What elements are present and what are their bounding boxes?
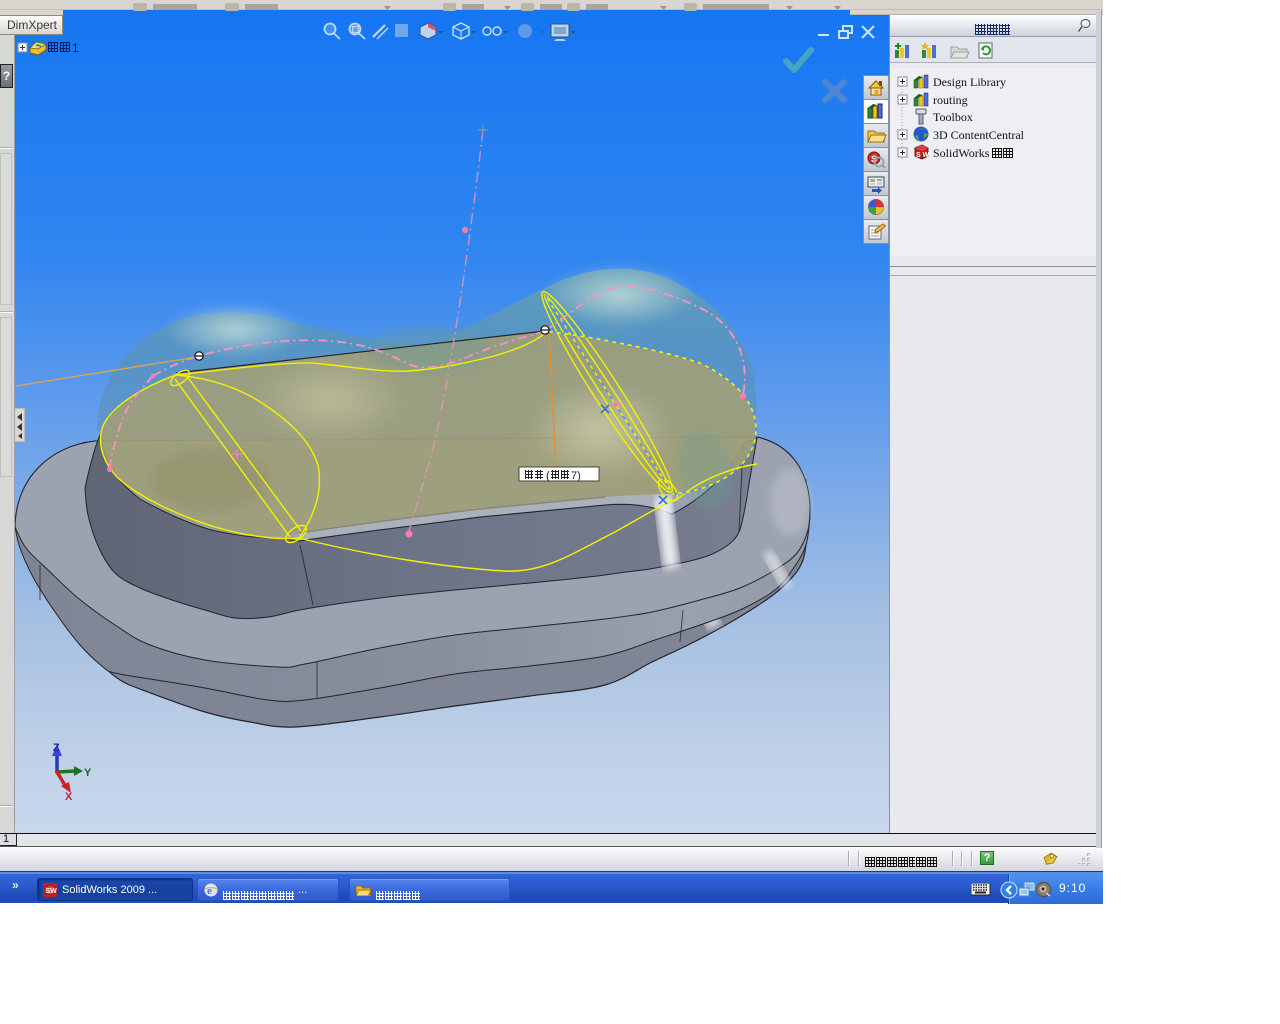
svg-text:7): 7) (571, 470, 581, 482)
svg-text:Z: Z (53, 742, 60, 754)
svg-text:Y: Y (84, 767, 92, 779)
svg-text:e: e (207, 885, 212, 897)
svg-text:X: X (65, 791, 73, 803)
svg-text:1: 1 (72, 41, 79, 55)
svg-text:SW: SW (46, 888, 58, 895)
svg-text:S: S (916, 152, 921, 159)
svg-text:(: ( (546, 470, 550, 482)
svg-text:W: W (923, 152, 930, 159)
